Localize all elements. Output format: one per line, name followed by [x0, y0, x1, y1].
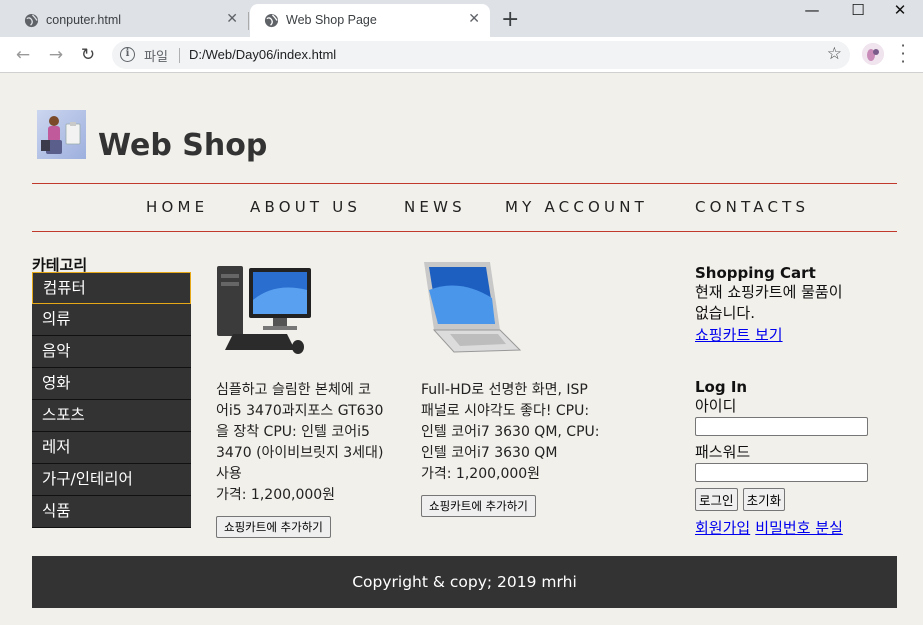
product-card-laptop: Full-HD로 선명한 화면, ISP 패널로 시야각도 좋다! CPU: 인…	[421, 380, 631, 517]
login-box: Log In 아이디 패스워드 로그인 초기화 회원가입 비밀번호 분실	[695, 378, 868, 538]
nav-item-news[interactable]: NEWS	[404, 198, 466, 216]
view-cart-link[interactable]: 쇼핑카트 보기	[695, 324, 843, 345]
reload-icon[interactable]: ↻	[76, 43, 100, 67]
nav-item-home[interactable]: HOME	[146, 198, 208, 216]
category-item-movie[interactable]: 영화	[32, 368, 191, 400]
nav-item-contacts[interactable]: CONTACTS	[695, 198, 809, 216]
product-card-desktop: 심플하고 슬림한 본체에 코 어i5 3470과지포스 GT630 을 장착 C…	[216, 380, 416, 538]
menu-kebab-icon[interactable]: · · ·	[898, 38, 908, 70]
cart-title: Shopping Cart	[695, 264, 816, 282]
site-title: Web Shop	[98, 128, 268, 163]
profile-avatar-icon[interactable]	[862, 43, 884, 65]
forward-arrow-icon[interactable]: →	[44, 43, 68, 67]
globe-icon	[24, 13, 39, 28]
tab-separator	[248, 12, 249, 30]
category-item-food[interactable]: 식품	[32, 496, 191, 528]
add-to-cart-button[interactable]: 쇼핑카트에 추가하기	[216, 516, 331, 538]
product-desc-line: 심플하고 슬림한 본체에 코	[216, 382, 372, 398]
header-divider-top	[32, 183, 897, 184]
new-tab-plus-icon[interactable]: +	[501, 7, 519, 32]
signup-link[interactable]: 회원가입	[695, 519, 750, 537]
close-icon[interactable]: ✕	[226, 10, 238, 27]
product-price: 가격: 1,200,000원	[421, 466, 541, 482]
main-nav: HOME ABOUT US NEWS MY ACCOUNT CONTACTS	[32, 198, 897, 220]
minimize-icon[interactable]: —	[789, 0, 835, 30]
nav-item-about-us[interactable]: ABOUT US	[250, 198, 361, 216]
shopping-cart-box: Shopping Cart 현재 쇼핑카트에 물품이 없습니다. 쇼핑카트 보기	[695, 264, 843, 345]
scheme-label: 파일	[144, 50, 168, 65]
maximize-icon[interactable]: ☐	[835, 0, 881, 30]
bookmark-star-icon[interactable]: ☆	[827, 44, 842, 64]
product-desc-line: 사용	[216, 466, 242, 482]
product-price: 가격: 1,200,000원	[216, 487, 336, 503]
address-divider	[179, 48, 180, 63]
shopper-logo-icon	[37, 110, 86, 159]
reset-button[interactable]: 초기화	[742, 488, 786, 511]
product-desc-line: 인텔 코어i7 3630 QM, CPU:	[421, 424, 600, 440]
tab-web-shop[interactable]: Web Shop Page ✕	[250, 4, 490, 37]
product-desc-line: Full-HD로 선명한 화면, ISP	[421, 382, 588, 398]
login-button[interactable]: 로그인	[695, 488, 738, 511]
id-label: 아이디	[695, 397, 737, 415]
category-item-clothing[interactable]: 의류	[32, 304, 191, 336]
tab-title: conputer.html	[46, 13, 122, 27]
password-label: 패스워드	[695, 443, 751, 461]
id-input[interactable]	[695, 417, 868, 436]
cart-message-line: 없습니다.	[695, 304, 755, 322]
address-bar[interactable]: i 파일 D:/Web/Day06/index.html ☆	[112, 41, 850, 69]
category-item-music[interactable]: 음악	[32, 336, 191, 368]
header-divider-bottom	[32, 231, 897, 232]
close-icon[interactable]: ✕	[468, 10, 480, 27]
copyright-text: Copyright & copy; 2019 mrhi	[352, 573, 577, 591]
find-password-link[interactable]: 비밀번호 분실	[755, 519, 843, 537]
tab-conputer[interactable]: conputer.html ✕	[10, 4, 248, 37]
url-text[interactable]: D:/Web/Day06/index.html	[189, 47, 336, 62]
category-item-computer[interactable]: 컴퓨터	[32, 272, 191, 304]
desktop-computer-icon	[217, 266, 311, 354]
browser-toolbar: ← → ↻ i 파일 D:/Web/Day06/index.html ☆ · · ·	[0, 37, 923, 73]
back-arrow-icon[interactable]: ←	[11, 43, 35, 67]
tab-strip: conputer.html ✕ Web Shop Page ✕ + — ☐ ✕	[0, 0, 923, 37]
window-close-icon[interactable]: ✕	[877, 0, 923, 30]
product-desc-line: 어i5 3470과지포스 GT630	[216, 403, 384, 419]
product-desc-line: 인텔 코어i7 3630 QM	[421, 445, 558, 461]
nav-item-my-account[interactable]: MY ACCOUNT	[505, 198, 648, 216]
add-to-cart-button[interactable]: 쇼핑카트에 추가하기	[421, 495, 536, 517]
cart-message-line: 현재 쇼핑카트에 물품이	[695, 283, 843, 301]
password-input[interactable]	[695, 463, 868, 482]
category-item-furniture[interactable]: 가구/인테리어	[32, 464, 191, 496]
product-desc-line: 패널로 시야각도 좋다! CPU:	[421, 403, 590, 419]
product-desc-line: 을 장착 CPU: 인텔 코어i5	[216, 424, 370, 440]
category-item-sports[interactable]: 스포츠	[32, 400, 191, 432]
info-icon[interactable]: i	[120, 47, 135, 62]
login-title: Log In	[695, 378, 748, 396]
category-item-leisure[interactable]: 레저	[32, 432, 191, 464]
globe-icon	[264, 13, 279, 28]
laptop-icon	[424, 262, 522, 353]
footer: Copyright & copy; 2019 mrhi	[32, 556, 897, 608]
product-desc-line: 3470 (아이비브릿지 3세대)	[216, 445, 384, 461]
tab-title: Web Shop Page	[286, 13, 377, 27]
category-list: 컴퓨터 의류 음악 영화 스포츠 레저 가구/인테리어 식품	[32, 272, 191, 528]
